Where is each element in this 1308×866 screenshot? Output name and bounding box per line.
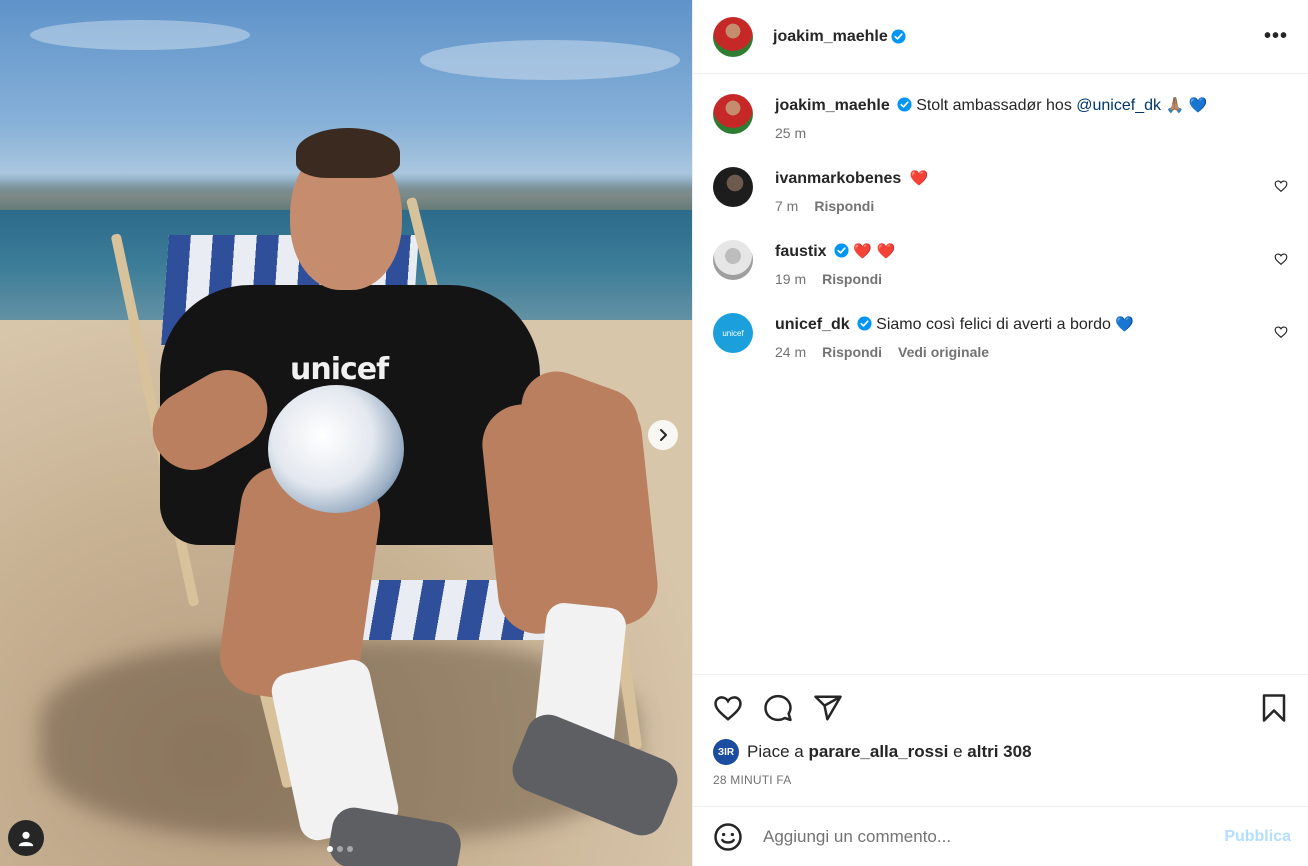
author-avatar[interactable] <box>713 16 753 57</box>
post-viewer: unicef joakim_maehle ••• joakim_maehle S… <box>0 0 1308 866</box>
verified-badge-icon <box>897 97 912 112</box>
commenter-avatar[interactable] <box>713 167 753 207</box>
caption: joakim_maehle Stolt ambassadør hos @unic… <box>713 94 1288 141</box>
unicef-logo: unicef <box>722 328 744 338</box>
carousel-indicator <box>327 846 353 852</box>
author-username[interactable]: joakim_maehle <box>773 28 888 46</box>
likes-summary: ЗIR Piace a parare_alla_rossi e altri 30… <box>713 739 1289 765</box>
comment-item: ivanmarkobenes ❤️ 7 m Rispondi <box>713 167 1288 214</box>
caption-mention-link[interactable]: @unicef_dk <box>1076 97 1161 114</box>
share-send-icon[interactable] <box>813 693 843 723</box>
commenter-username[interactable]: faustix <box>775 243 827 260</box>
caption-time[interactable]: 25 m <box>775 125 806 141</box>
add-comment-bar: Pubblica <box>693 806 1308 866</box>
carousel-dot <box>327 846 333 852</box>
shirt-logo: unicef <box>290 352 389 387</box>
see-original-button[interactable]: Vedi originale <box>898 344 989 360</box>
verified-badge-icon <box>857 316 872 331</box>
comment-like-heart-icon[interactable] <box>1274 325 1288 339</box>
reply-button[interactable]: Rispondi <box>822 344 882 360</box>
comment-item: unicef unicef_dk Siamo così felici di av… <box>713 313 1288 360</box>
more-options-button[interactable]: ••• <box>1264 25 1288 48</box>
caption-emoji: 🙏🏽 💙 <box>1165 96 1208 114</box>
commenter-avatar[interactable] <box>713 240 753 280</box>
comments-list: joakim_maehle Stolt ambassadør hos @unic… <box>693 74 1308 360</box>
caption-text: Stolt ambassadør hos <box>916 97 1072 114</box>
caption-username[interactable]: joakim_maehle <box>775 97 890 114</box>
commenter-username[interactable]: ivanmarkobenes <box>775 170 901 187</box>
comment-time[interactable]: 19 m <box>775 271 806 287</box>
liker-username[interactable]: parare_alla_rossi <box>808 742 948 762</box>
author-avatar[interactable] <box>713 94 753 134</box>
reply-button[interactable]: Rispondi <box>822 271 882 287</box>
like-heart-icon[interactable] <box>713 693 743 723</box>
comment-emoji: ❤️ ❤️ <box>853 242 896 260</box>
post-media: unicef <box>0 0 692 866</box>
verified-badge-icon <box>891 29 906 44</box>
carousel-dot <box>347 846 353 852</box>
comment-emoji: 💙 <box>1115 315 1135 333</box>
post-header: joakim_maehle ••• <box>693 0 1308 74</box>
bookmark-icon[interactable] <box>1259 693 1289 723</box>
comment-like-heart-icon[interactable] <box>1274 252 1288 266</box>
comment-item: faustix ❤️ ❤️ 19 m Rispondi <box>713 240 1288 287</box>
comment-like-heart-icon[interactable] <box>1274 179 1288 193</box>
comment-emoji: ❤️ <box>909 169 929 187</box>
post-actions: ЗIR Piace a parare_alla_rossi e altri 30… <box>693 674 1308 787</box>
publish-button[interactable]: Pubblica <box>1224 828 1291 846</box>
post-details-panel: joakim_maehle ••• joakim_maehle Stolt am… <box>692 0 1308 866</box>
user-icon <box>18 831 34 847</box>
commenter-avatar[interactable]: unicef <box>713 313 753 353</box>
post-time[interactable]: 28 MINUTI FA <box>713 773 1289 787</box>
emoji-smiley-icon[interactable] <box>713 822 743 852</box>
likes-prefix: Piace a <box>747 742 804 761</box>
commenter-username[interactable]: unicef_dk <box>775 316 850 333</box>
liker-avatar[interactable]: ЗIR <box>713 739 739 765</box>
comment-text: Siamo così felici di averti a bordo <box>876 316 1111 333</box>
tagged-users-button[interactable] <box>8 820 44 856</box>
carousel-next-button[interactable] <box>648 420 678 450</box>
likes-others-link[interactable]: altri 308 <box>967 742 1031 762</box>
comment-time[interactable]: 24 m <box>775 344 806 360</box>
football <box>268 385 404 513</box>
comment-bubble-icon[interactable] <box>763 693 793 723</box>
comment-input[interactable] <box>763 826 1225 847</box>
carousel-dot <box>337 846 343 852</box>
comment-time[interactable]: 7 m <box>775 198 798 214</box>
verified-badge-icon <box>834 243 849 258</box>
chevron-right-icon <box>660 429 667 441</box>
reply-button[interactable]: Rispondi <box>814 198 874 214</box>
likes-joiner: e <box>953 742 963 761</box>
